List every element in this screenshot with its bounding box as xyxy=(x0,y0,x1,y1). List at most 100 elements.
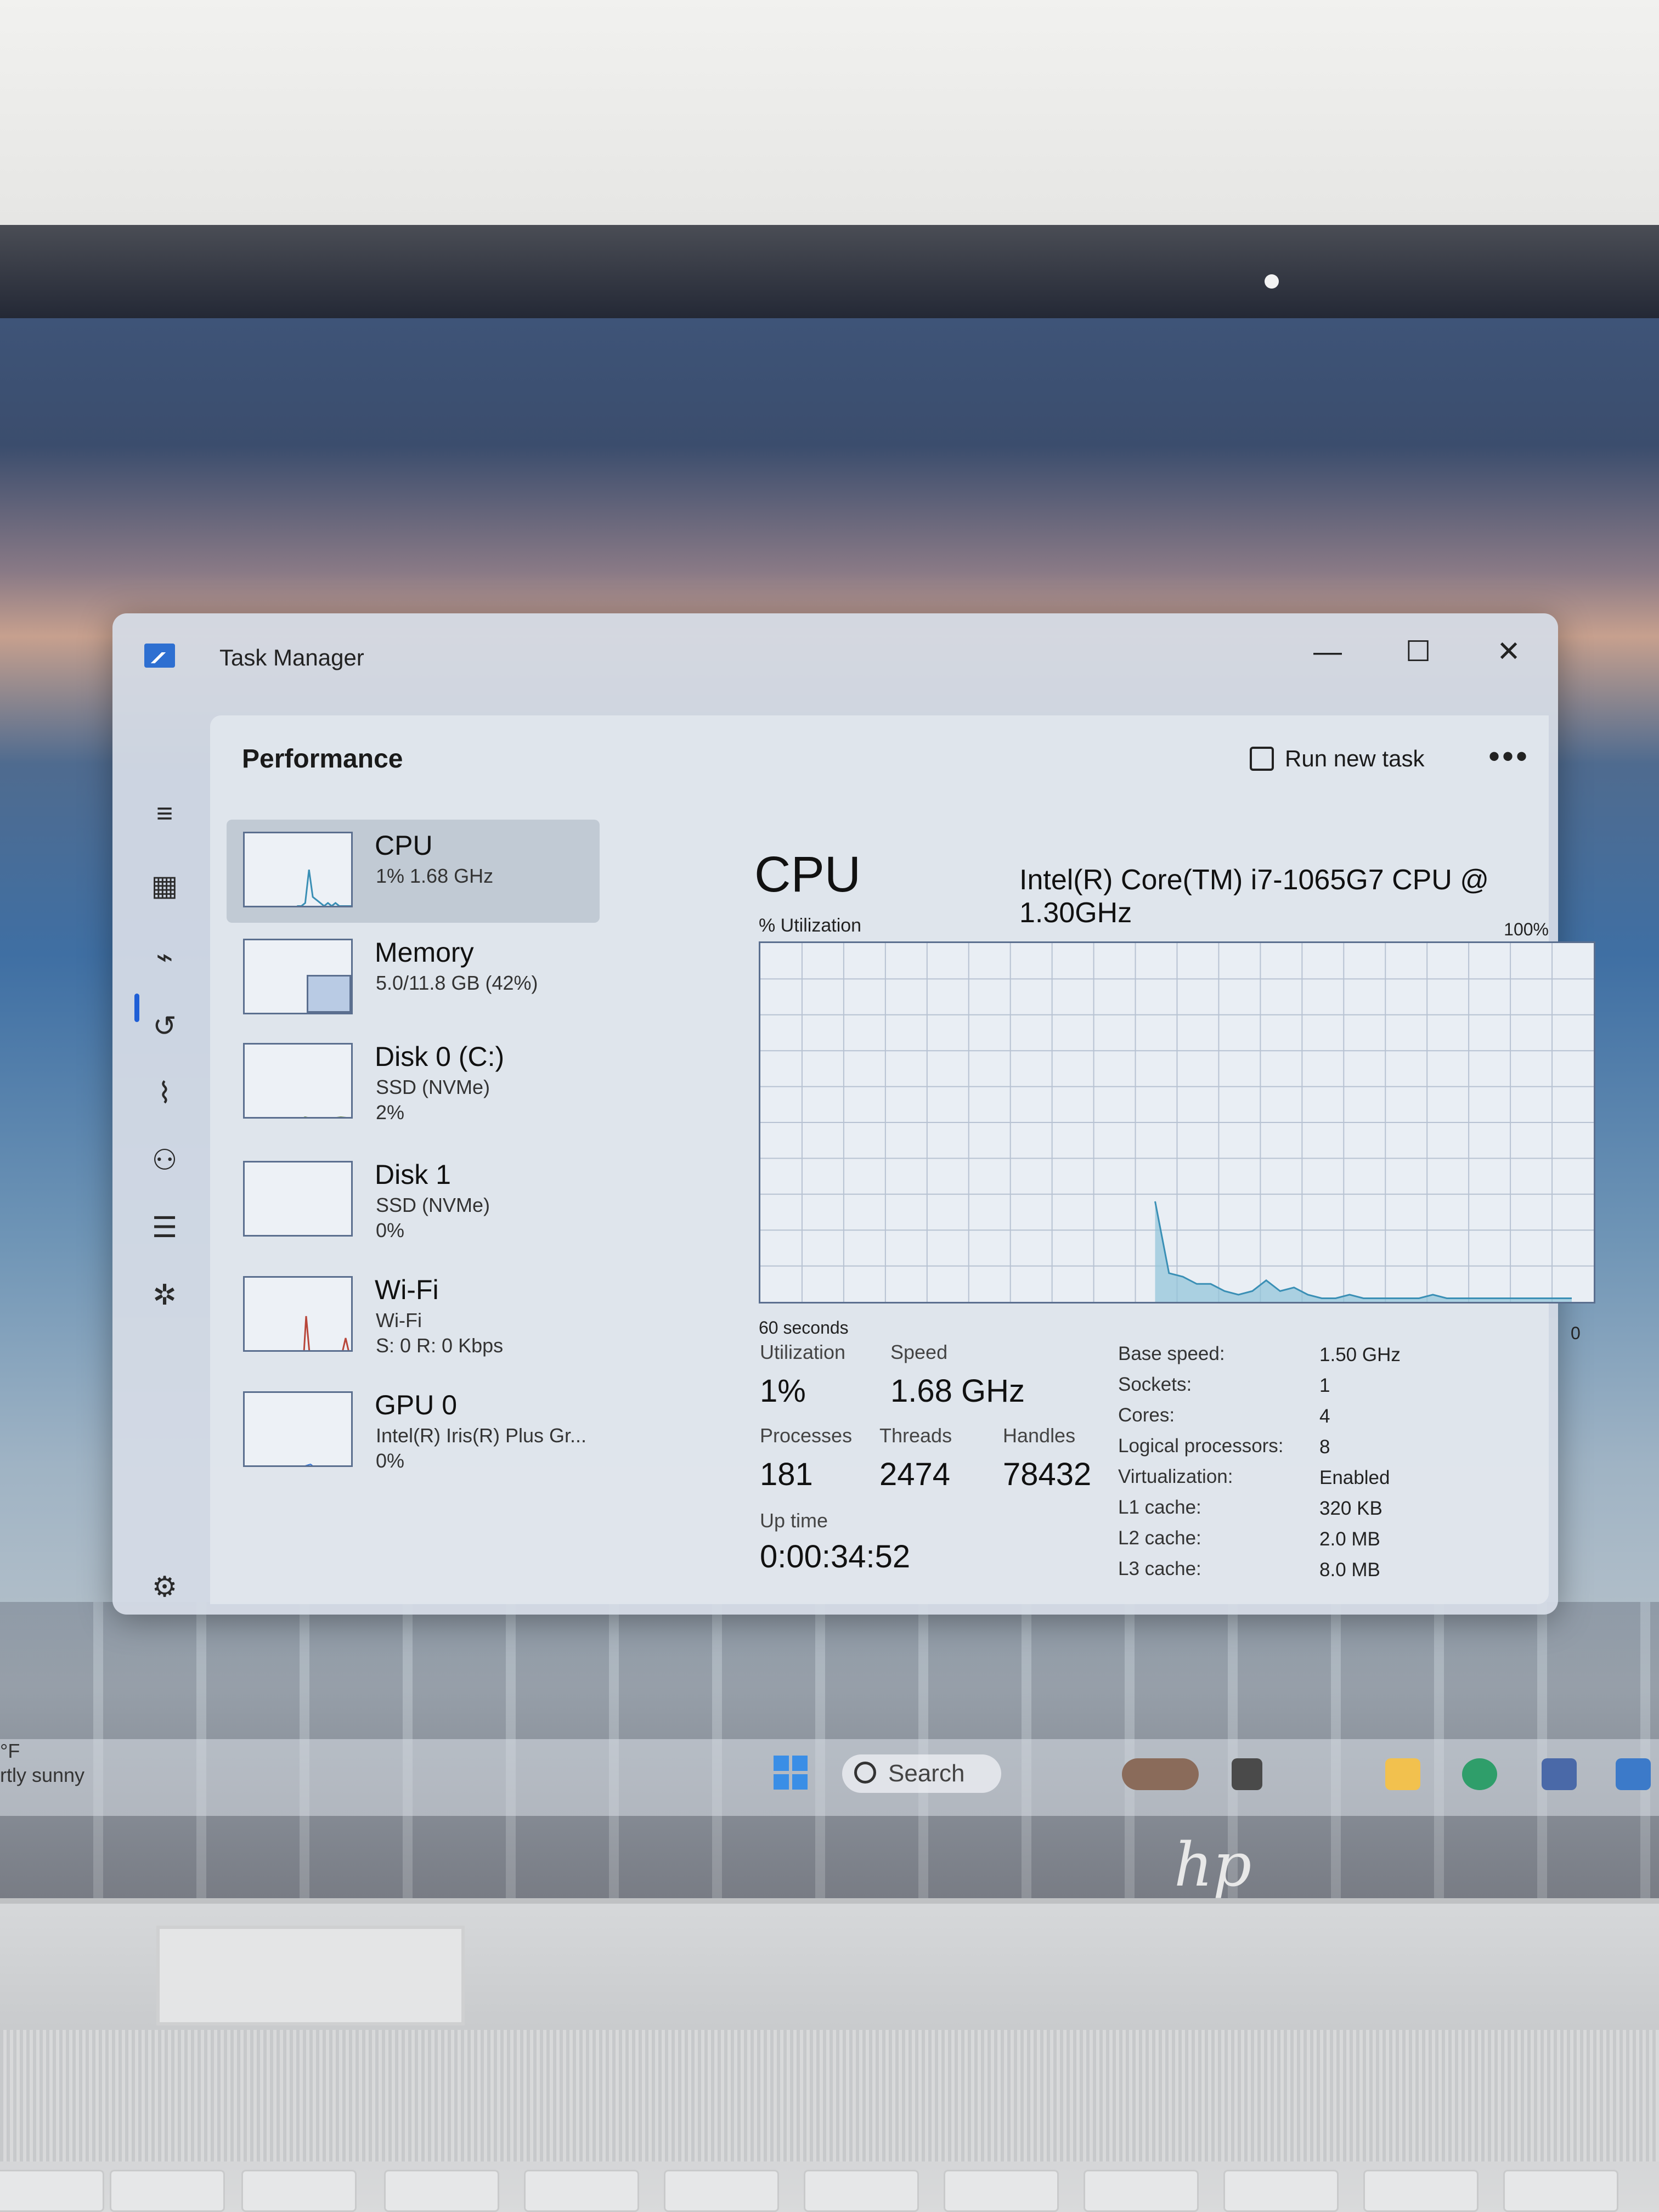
webcam xyxy=(1265,274,1279,289)
device-item-memory[interactable]: Memory 5.0/11.8 GB (42%) xyxy=(227,927,600,1030)
search-icon xyxy=(854,1762,876,1784)
device-thumbnail xyxy=(243,1161,353,1237)
utilization-label: Utilization xyxy=(760,1341,846,1363)
gpu0-thumbnail-graph xyxy=(304,1463,313,1465)
store-icon[interactable] xyxy=(1542,1758,1577,1790)
time-span-label: 60 seconds xyxy=(759,1318,849,1338)
device-name: Disk 0 (C:) xyxy=(375,1041,505,1072)
info-label: L1 cache: xyxy=(1118,1497,1201,1518)
info-label: L2 cache: xyxy=(1118,1527,1201,1549)
performance-panel: Performance Run new task ••• CPU 1% 1.68… xyxy=(210,715,1595,1604)
cpu-thumb-line xyxy=(296,870,351,906)
zero-label: 0 xyxy=(1571,1323,1581,1343)
device-sub: 2% xyxy=(376,1101,405,1124)
minimize-button[interactable]: — xyxy=(1297,630,1358,674)
device-sub: SSD (NVMe) xyxy=(376,1194,490,1216)
key xyxy=(524,2170,639,2212)
device-item-wifi[interactable]: Wi-Fi Wi-Fi S: 0 R: 0 Kbps xyxy=(227,1264,600,1367)
run-new-task-button[interactable]: Run new task xyxy=(1250,746,1424,772)
edge-browser-icon[interactable] xyxy=(1462,1758,1497,1790)
threads-label: Threads xyxy=(879,1424,952,1447)
info-label: Logical processors: xyxy=(1118,1435,1284,1457)
laptop-pad xyxy=(156,1926,465,2025)
more-options-button[interactable]: ••• xyxy=(1488,737,1530,775)
start-button[interactable] xyxy=(774,1756,808,1790)
info-value: 320 KB xyxy=(1319,1498,1383,1519)
info-label: L3 cache: xyxy=(1118,1558,1201,1579)
device-thumbnail xyxy=(243,1391,353,1467)
device-item-disk0[interactable]: Disk 0 (C:) SSD (NVMe) 2% xyxy=(227,1031,600,1134)
info-value: 4 xyxy=(1319,1406,1330,1427)
device-item-gpu0[interactable]: GPU 0 Intel(R) Iris(R) Plus Gr... 0% xyxy=(227,1379,600,1482)
uptime-value: 0:00:34:52 xyxy=(760,1539,911,1575)
close-button[interactable]: ✕ xyxy=(1479,630,1539,674)
info-label: Virtualization: xyxy=(1118,1466,1233,1487)
speed-label: Speed xyxy=(890,1341,948,1363)
app-history-icon[interactable]: ↺ xyxy=(145,1007,184,1046)
utilization-value: 1% xyxy=(760,1373,806,1409)
menu-icon[interactable]: ≡ xyxy=(145,794,184,833)
wifi-thumbnail-graph xyxy=(303,1316,349,1350)
uptime-label: Up time xyxy=(760,1509,828,1532)
cpu-model: Intel(R) Core(TM) i7-1065G7 CPU @ 1.30GH… xyxy=(1019,864,1489,929)
file-explorer-icon[interactable] xyxy=(1385,1758,1420,1790)
maximize-button[interactable]: ☐ xyxy=(1388,630,1448,674)
taskbar-widget-app[interactable] xyxy=(1122,1758,1199,1790)
task-view-icon[interactable] xyxy=(1232,1758,1262,1790)
speed-value: 1.68 GHz xyxy=(890,1373,1025,1409)
function-key-row xyxy=(0,2170,1659,2212)
task-manager-taskbar-icon[interactable] xyxy=(1616,1758,1651,1790)
performance-icon[interactable]: ⌁ xyxy=(145,938,184,977)
speaker-grille xyxy=(0,2030,1659,2162)
device-thumbnail xyxy=(243,832,353,907)
services-icon[interactable]: ✲ xyxy=(145,1276,184,1314)
handles-label: Handles xyxy=(1003,1424,1076,1447)
users-icon[interactable]: ⚇ xyxy=(145,1141,184,1180)
device-item-cpu[interactable]: CPU 1% 1.68 GHz xyxy=(227,820,600,923)
info-value: 1 xyxy=(1319,1375,1330,1396)
detail-title: CPU xyxy=(754,847,861,902)
taskbar-search[interactable]: Search xyxy=(842,1754,1001,1793)
task-manager-app-icon xyxy=(144,644,175,668)
task-manager-window: Task Manager — ☐ ✕ ≡ ▦ ⌁ ↺ ⌇ ⚇ ☰ ✲ ⚙ Per… xyxy=(112,613,1595,1615)
device-sub: Intel(R) Iris(R) Plus Gr... xyxy=(376,1424,587,1447)
key xyxy=(1503,2170,1618,2212)
key xyxy=(944,2170,1059,2212)
device-name: Memory xyxy=(375,937,474,968)
processes-icon[interactable]: ▦ xyxy=(145,867,184,905)
page-title: Performance xyxy=(242,744,403,774)
weather-widget[interactable]: °F rtly sunny xyxy=(0,1739,84,1787)
key xyxy=(664,2170,779,2212)
settings-gear-icon[interactable]: ⚙ xyxy=(145,1568,184,1606)
cpu-thumbnail-graph xyxy=(296,870,351,906)
details-icon[interactable]: ☰ xyxy=(145,1209,184,1247)
device-name: Wi-Fi xyxy=(375,1274,439,1305)
device-item-disk1[interactable]: Disk 1 SSD (NVMe) 0% xyxy=(227,1149,600,1252)
device-thumbnail xyxy=(243,1276,353,1352)
utilization-axis-label: % Utilization xyxy=(759,915,862,936)
key xyxy=(1084,2170,1199,2212)
wall-background xyxy=(0,0,1659,225)
info-label: Cores: xyxy=(1118,1404,1175,1426)
disk0-thumbnail-graph xyxy=(303,1116,347,1117)
info-label: Base speed: xyxy=(1118,1343,1225,1364)
cpu-usage-line xyxy=(1154,1201,1572,1299)
run-new-task-label: Run new task xyxy=(1285,746,1425,771)
active-nav-indicator xyxy=(134,994,139,1022)
device-thumbnail xyxy=(243,939,353,1014)
key xyxy=(241,2170,357,2212)
nav-rail: ≡ ▦ ⌁ ↺ ⌇ ⚇ ☰ ✲ ⚙ xyxy=(134,723,200,1603)
cpu-graph-svg xyxy=(760,943,1594,1302)
threads-value: 2474 xyxy=(879,1457,951,1492)
hp-logo: hp xyxy=(1174,1830,1252,1900)
taskbar-search-label: Search xyxy=(888,1760,965,1787)
device-sub: Wi-Fi xyxy=(376,1309,422,1331)
info-value: 2.0 MB xyxy=(1319,1528,1380,1550)
info-label: Sockets: xyxy=(1118,1374,1192,1395)
device-sub: SSD (NVMe) xyxy=(376,1076,490,1098)
info-value: 1.50 GHz xyxy=(1319,1344,1401,1365)
startup-apps-icon[interactable]: ⌇ xyxy=(145,1074,184,1113)
device-sub: 0% xyxy=(376,1449,405,1472)
device-name: CPU xyxy=(375,830,433,861)
key xyxy=(110,2170,225,2212)
